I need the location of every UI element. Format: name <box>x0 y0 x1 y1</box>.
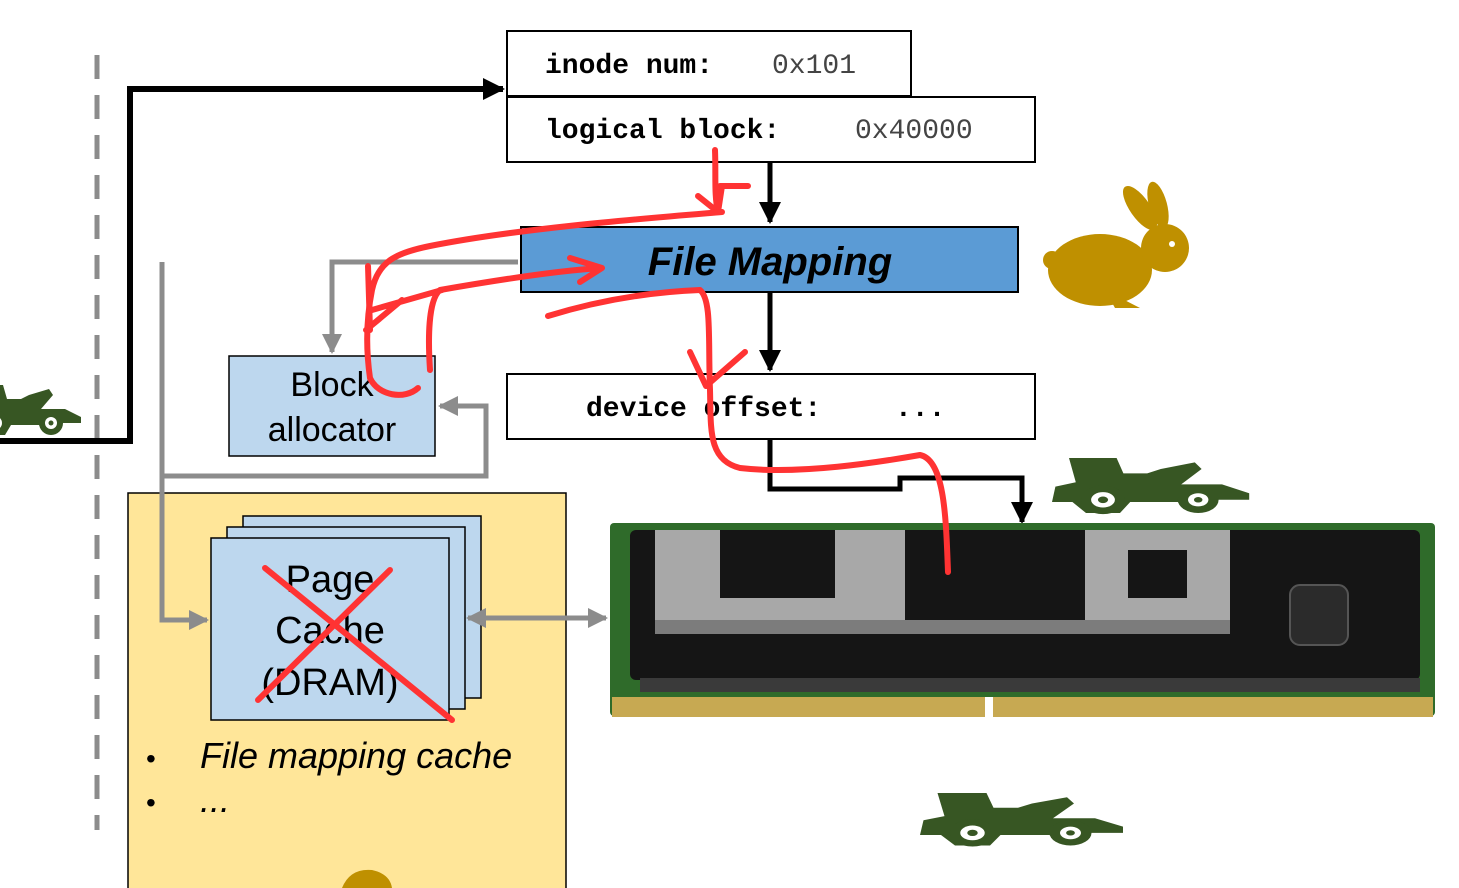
race-car-icon <box>1052 458 1250 515</box>
race-car-icon <box>920 793 1123 847</box>
rabbit-icon <box>1043 181 1189 308</box>
mapping-to-allocator-arrow <box>322 259 518 354</box>
file-mapping-label: File Mapping <box>648 240 892 284</box>
block-allocator-line1: Block <box>290 366 374 404</box>
list-bullet: • <box>146 787 156 818</box>
inode-num-value: 0x101 <box>772 51 856 82</box>
list-item: ... <box>200 779 230 820</box>
diagram-canvas: inode num: 0x101 logical block: 0x40000 … <box>0 30 1435 888</box>
logical-block-label: logical block: <box>545 116 780 147</box>
list-item: File mapping cache <box>200 735 512 776</box>
page-cache-line3: (DRAM) <box>261 662 398 704</box>
list-bullet: • <box>146 743 156 774</box>
offset-to-pmem-arrow <box>767 440 1033 524</box>
inode-num-label: inode num: <box>545 51 713 82</box>
pmem-module-icon <box>610 523 1435 717</box>
race-car-icon <box>0 385 81 436</box>
device-offset-label: device offset: <box>586 394 821 425</box>
device-offset-value: ... <box>895 394 945 425</box>
logical-block-value: 0x40000 <box>855 116 973 147</box>
block-allocator-line2: allocator <box>268 411 397 449</box>
